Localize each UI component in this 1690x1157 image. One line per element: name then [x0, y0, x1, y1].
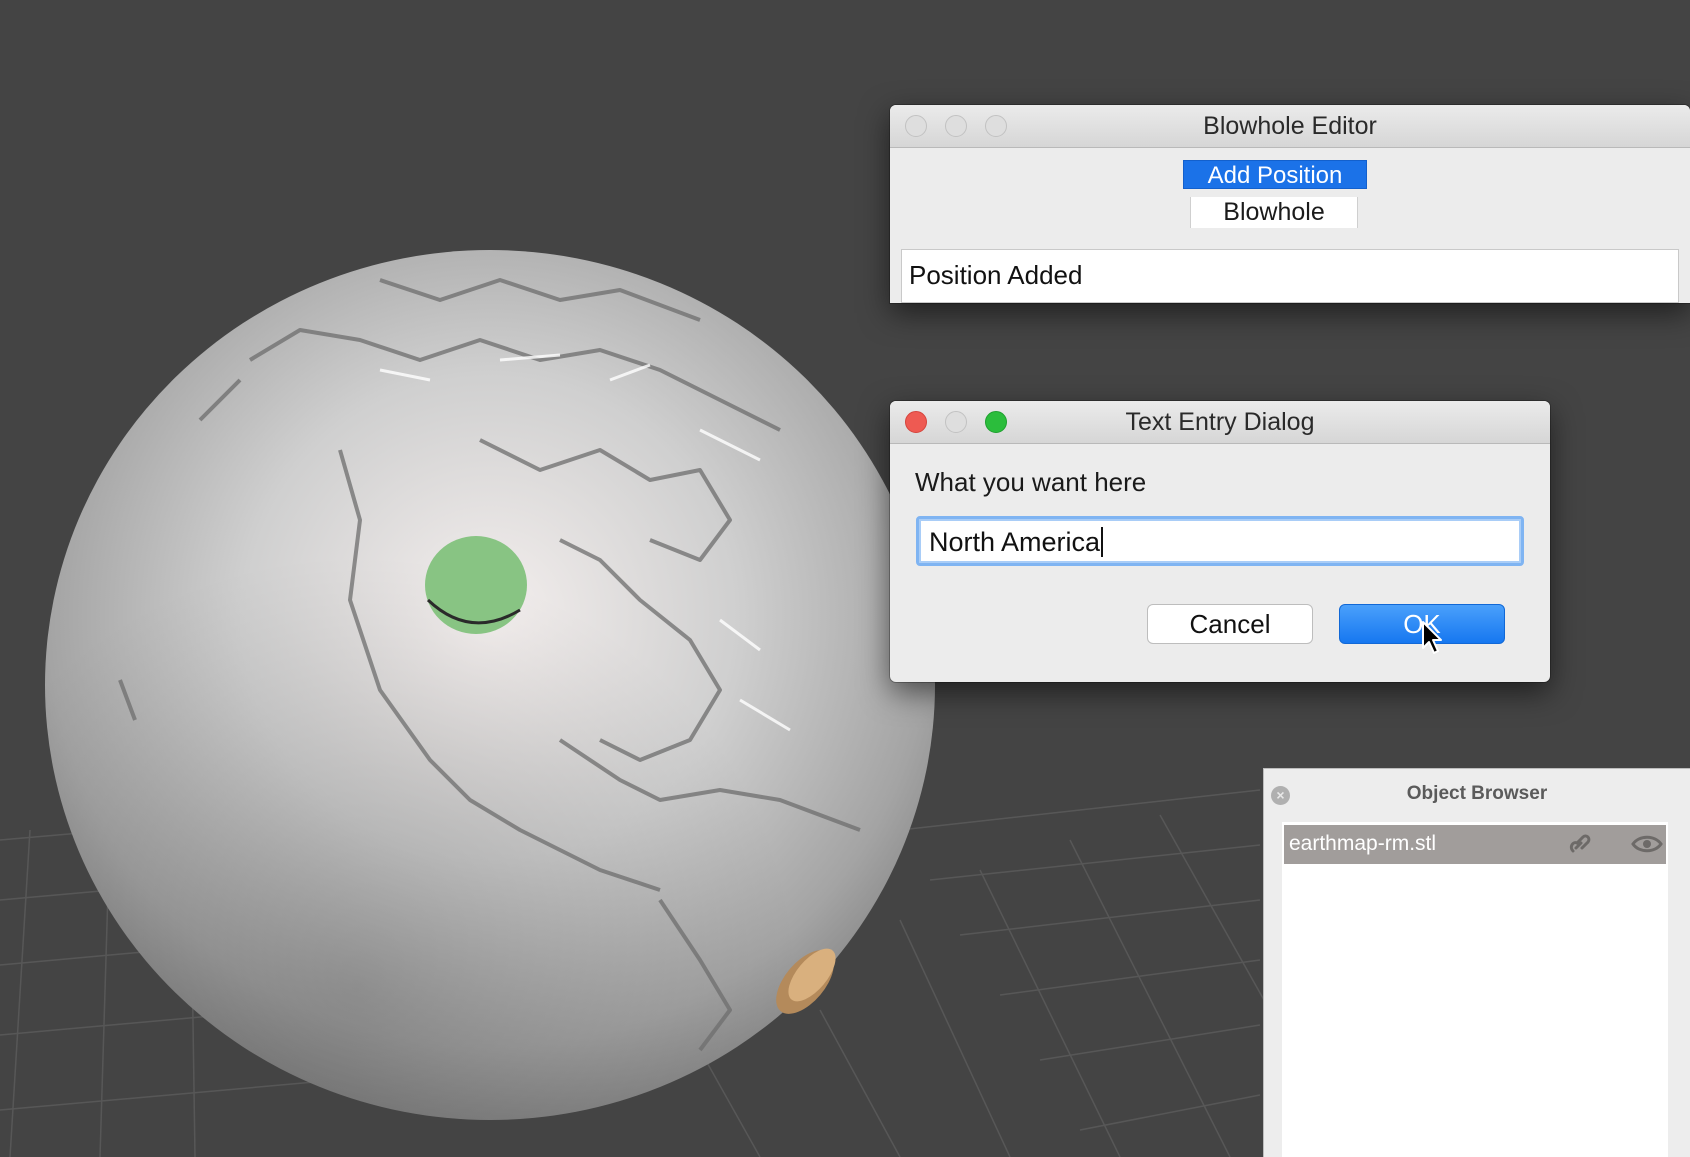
add-position-button[interactable]: Add Position [1183, 160, 1367, 189]
text-caret [1101, 527, 1104, 557]
text-input-value: North America [929, 519, 1104, 563]
dialog-titlebar[interactable]: Text Entry Dialog [890, 401, 1550, 444]
text-input[interactable]: North America [916, 516, 1524, 566]
cancel-button[interactable]: Cancel [1147, 604, 1313, 644]
object-browser-title: Object Browser [1406, 783, 1548, 804]
link-icon[interactable] [1567, 833, 1595, 862]
position-marker [425, 536, 527, 634]
blowhole-selector[interactable]: Blowhole [1190, 197, 1358, 228]
list-item-label: earthmap-rm.stl [1289, 832, 1437, 855]
eye-icon[interactable] [1631, 834, 1663, 859]
pointer-cursor-icon [1422, 621, 1442, 654]
dialog-title: Text Entry Dialog [1125, 408, 1315, 436]
status-field: Position Added [901, 249, 1679, 303]
prompt-label: What you want here [915, 467, 1147, 497]
blowhole-editor-titlebar[interactable]: Blowhole Editor [890, 105, 1690, 148]
globe-model [45, 250, 935, 1120]
object-browser-panel: × Object Browser earthmap-rm.stl [1264, 769, 1690, 1157]
text-entry-dialog: Text Entry Dialog What you want here Nor… [890, 401, 1550, 682]
list-item[interactable]: earthmap-rm.stl [1284, 825, 1666, 864]
blowhole-editor-window: Blowhole Editor Add Position Blowhole Po… [890, 105, 1690, 303]
window-title: Blowhole Editor [1203, 112, 1377, 140]
object-list: earthmap-rm.stl [1282, 822, 1668, 1157]
